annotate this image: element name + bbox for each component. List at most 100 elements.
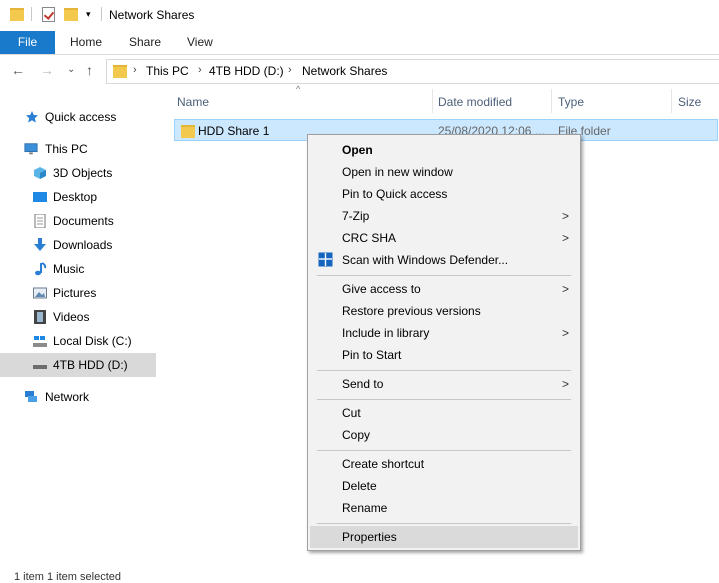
breadcrumb-drive[interactable]: 4TB HDD (D:) — [209, 64, 284, 78]
tab-home[interactable]: Home — [70, 31, 102, 54]
column-header-type[interactable]: Type — [558, 95, 584, 109]
menu-item-restore-versions[interactable]: Restore previous versions — [310, 300, 578, 322]
chevron-right-icon[interactable]: › — [288, 64, 292, 76]
menu-item-open[interactable]: Open — [310, 139, 578, 161]
menu-item-send-to[interactable]: Send to > — [310, 373, 578, 395]
new-folder-icon[interactable] — [64, 8, 78, 21]
menu-label: Properties — [342, 530, 397, 544]
menu-item-open-new-window[interactable]: Open in new window — [310, 161, 578, 183]
menu-item-7zip[interactable]: 7-Zip > — [310, 205, 578, 227]
menu-label: Cut — [342, 406, 361, 420]
music-note-icon — [35, 262, 47, 276]
menu-separator — [317, 275, 571, 276]
chevron-right-icon[interactable]: › — [198, 64, 202, 76]
nav-quick-access[interactable]: Quick access — [0, 105, 156, 129]
breadcrumb-this-pc[interactable]: This PC — [146, 64, 189, 78]
column-header-size[interactable]: Size — [678, 95, 701, 109]
menu-item-crc-sha[interactable]: CRC SHA > — [310, 227, 578, 249]
menu-item-copy[interactable]: Copy — [310, 424, 578, 446]
breadcrumb-network-shares[interactable]: Network Shares — [302, 64, 387, 78]
submenu-arrow-icon: > — [562, 282, 570, 296]
tab-share[interactable]: Share — [129, 31, 161, 54]
nav-videos[interactable]: Videos — [0, 305, 156, 329]
picture-icon — [33, 287, 47, 299]
nav-4tb-hdd[interactable]: 4TB HDD (D:) — [0, 353, 156, 377]
system-drive-icon — [33, 336, 47, 347]
menu-label: Give access to — [342, 282, 421, 296]
menu-item-cut[interactable]: Cut — [310, 402, 578, 424]
nav-local-disk-c[interactable]: Local Disk (C:) — [0, 329, 156, 353]
tab-view[interactable]: View — [187, 31, 213, 54]
menu-item-pin-quick-access[interactable]: Pin to Quick access — [310, 183, 578, 205]
nav-label: Documents — [53, 214, 114, 228]
nav-label: Network — [45, 390, 90, 404]
context-menu: Open Open in new window Pin to Quick acc… — [307, 134, 581, 551]
menu-separator — [317, 450, 571, 451]
nav-label: Local Disk (C:) — [53, 334, 132, 348]
nav-label: Videos — [53, 310, 90, 324]
nav-pictures[interactable]: Pictures — [0, 281, 156, 305]
nav-label: Downloads — [53, 238, 113, 252]
column-divider[interactable] — [432, 89, 433, 113]
menu-label: Pin to Start — [342, 348, 402, 362]
address-row: ← → ⌄ ↑ › This PC › 4TB HDD (D:) › Netwo… — [0, 55, 719, 86]
menu-separator — [317, 523, 571, 524]
sort-ascending-icon: ^ — [296, 84, 301, 94]
divider — [101, 7, 102, 21]
menu-item-rename[interactable]: Rename — [310, 497, 578, 519]
menu-item-include-library[interactable]: Include in library > — [310, 322, 578, 344]
document-icon — [34, 214, 46, 228]
submenu-arrow-icon: > — [562, 326, 570, 340]
nav-music[interactable]: Music — [0, 257, 156, 281]
nav-label: Quick access — [45, 110, 117, 124]
menu-item-scan-defender[interactable]: Scan with Windows Defender... — [310, 249, 578, 271]
recent-locations-chevron-icon[interactable]: ⌄ — [67, 64, 75, 75]
nav-3d-objects[interactable]: 3D Objects — [0, 161, 156, 185]
properties-check-icon[interactable] — [42, 7, 55, 22]
drive-icon — [33, 365, 47, 369]
submenu-arrow-icon: > — [562, 377, 570, 391]
column-header-name[interactable]: Name — [177, 95, 209, 109]
up-arrow-icon[interactable]: ↑ — [86, 62, 93, 78]
nav-label: 4TB HDD (D:) — [53, 358, 128, 372]
tab-file[interactable]: File — [0, 31, 55, 54]
address-bar[interactable]: › This PC › 4TB HDD (D:) › Network Share… — [106, 59, 719, 84]
forward-arrow-icon[interactable]: → — [40, 62, 54, 78]
menu-item-properties[interactable]: Properties — [310, 526, 578, 548]
computer-icon — [24, 143, 38, 155]
submenu-arrow-icon: > — [562, 231, 570, 245]
menu-item-give-access[interactable]: Give access to > — [310, 278, 578, 300]
column-header-date-modified[interactable]: Date modified — [438, 95, 512, 109]
nav-label: This PC — [45, 142, 88, 156]
nav-label: Music — [53, 262, 85, 276]
title-bar: ▾ Network Shares — [0, 0, 719, 31]
nav-label: Pictures — [53, 286, 97, 300]
column-divider[interactable] — [551, 89, 552, 113]
divider — [31, 7, 32, 21]
back-arrow-icon[interactable]: ← — [11, 62, 25, 78]
menu-item-delete[interactable]: Delete — [310, 475, 578, 497]
nav-downloads[interactable]: Downloads — [0, 233, 156, 257]
defender-shield-icon — [318, 252, 333, 267]
nav-this-pc[interactable]: This PC — [0, 137, 156, 161]
download-arrow-icon — [34, 238, 46, 251]
folder-icon — [181, 125, 195, 138]
nav-desktop[interactable]: Desktop — [0, 185, 156, 209]
menu-label: Copy — [342, 428, 371, 442]
column-divider[interactable] — [671, 89, 672, 113]
menu-label: Include in library — [342, 326, 430, 340]
ribbon-tabs: File Home Share View — [0, 31, 719, 55]
menu-label: Pin to Quick access — [342, 187, 448, 201]
nav-network[interactable]: Network — [0, 385, 156, 409]
menu-item-create-shortcut[interactable]: Create shortcut — [310, 453, 578, 475]
nav-label: 3D Objects — [53, 166, 113, 180]
menu-item-pin-start[interactable]: Pin to Start — [310, 344, 578, 366]
nav-documents[interactable]: Documents — [0, 209, 156, 233]
menu-label: Rename — [342, 501, 388, 515]
menu-label: 7-Zip — [342, 209, 370, 223]
menu-label: Delete — [342, 479, 377, 493]
customize-toolbar-icon[interactable]: ▾ — [86, 9, 91, 20]
star-icon — [26, 111, 38, 123]
network-icon — [25, 391, 37, 402]
chevron-right-icon[interactable]: › — [133, 64, 137, 76]
